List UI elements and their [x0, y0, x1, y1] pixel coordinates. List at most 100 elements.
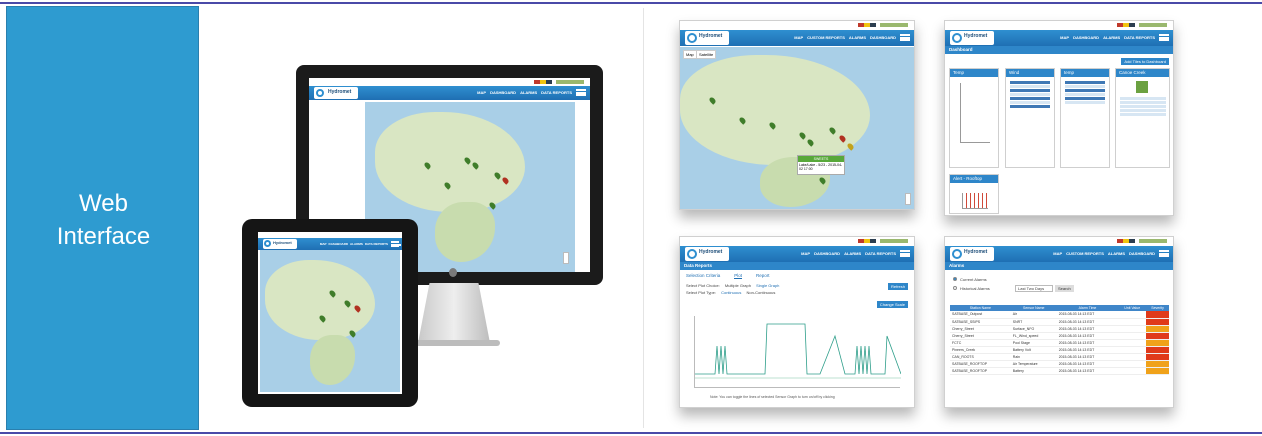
nav-dashboard[interactable]: DASHBOARD [870, 35, 896, 40]
plot-choice-single[interactable]: Single Graph [756, 283, 779, 288]
logo-icon [687, 33, 697, 43]
login-button[interactable] [1139, 239, 1167, 243]
page-title: Alarms [945, 262, 1173, 270]
nav-dashboard[interactable]: DASHBOARD [1073, 35, 1099, 40]
table-cell: Battery Volt [1010, 346, 1057, 354]
table-row[interactable]: Cherry_Street FL_Wind_speed 2015-08-03 14:… [950, 332, 1169, 340]
nav-data-reports[interactable]: DATA REPORTS [865, 251, 896, 256]
login-button[interactable] [556, 80, 584, 84]
table-cell [1118, 346, 1147, 354]
nav-map[interactable]: MAP [1053, 251, 1062, 256]
logo: Hydromet [685, 247, 729, 261]
nav-alarms[interactable]: ALARMS [849, 35, 866, 40]
menu-icon[interactable] [1159, 250, 1169, 257]
nav-map[interactable]: MAP [1060, 35, 1069, 40]
satellite-tab[interactable]: Satellite [696, 50, 717, 59]
nav-map[interactable]: MAP [801, 251, 810, 256]
nav-alarms[interactable]: ALARMS [350, 242, 363, 246]
range-select[interactable]: Last Two Days [1015, 285, 1054, 292]
side-panel: Web Interface [6, 6, 199, 430]
search-button[interactable]: Search [1055, 285, 1074, 292]
tab-plot[interactable]: Plot [734, 273, 743, 279]
severity-cell [1146, 346, 1169, 354]
nav-dashboard[interactable]: DASHBOARD [814, 251, 840, 256]
tab-report[interactable]: Report [756, 273, 770, 279]
menu-icon[interactable] [576, 89, 586, 96]
add-tiles-button[interactable]: Add Tiles to Dashboard [1121, 58, 1169, 65]
historical-alarms-radio[interactable] [953, 286, 957, 290]
report-plot [694, 316, 902, 388]
card-title: Wind [1006, 69, 1054, 77]
nav-map[interactable]: MAP [794, 35, 803, 40]
nav-alarms[interactable]: ALARMS [1108, 251, 1125, 256]
table-cell: 2015-08-03 14:13 EDT [1056, 367, 1119, 375]
table-cell [1118, 360, 1147, 368]
table-row [1010, 97, 1050, 100]
table-cell: 2015-08-03 14:13 EDT [1056, 332, 1119, 340]
current-alarms-radio[interactable] [953, 277, 957, 281]
topbar [945, 21, 1173, 30]
table-row[interactable]: FCTC Pool Stage 2015-08-03 14:13 EDT [950, 339, 1169, 347]
logo-icon [687, 249, 697, 259]
table-row[interactable]: SATBASE_ROOFTOP Battery 2015-08-03 14:13 E… [950, 367, 1169, 375]
nav-data-reports[interactable]: DATA REPORTS [1124, 35, 1155, 40]
logo: Hydromet [263, 239, 297, 249]
nav-alarms[interactable]: ALARMS [520, 90, 537, 95]
plot-choice-row: Select Plot Choice: Multiple Graph Singl… [686, 283, 779, 288]
change-scale-button[interactable]: Change Scale [876, 301, 908, 308]
table-cell: Air Temperature [1010, 360, 1057, 368]
table-row[interactable]: SATBASE_SSIPS SNRT 2015-08-03 14:13 EDT [950, 318, 1169, 326]
menu-icon[interactable] [900, 34, 910, 41]
nav-dashboard[interactable]: DASHBOARD [329, 242, 349, 246]
table-row[interactable]: CAN_ROOTS Rain 2015-08-03 14:13 EDT [950, 353, 1169, 361]
table-row [1120, 101, 1166, 104]
tablet-map[interactable] [260, 250, 400, 392]
navbar: Hydromet MAP CUSTOM REPORTS ALARMS DASHB… [945, 246, 1173, 262]
navbar: Hydromet MAP DASHBOARD ALARMS DATA REPOR… [680, 246, 914, 262]
divider [643, 8, 644, 428]
menu-icon[interactable] [1159, 34, 1169, 41]
plot-type-continuous[interactable]: Continuous [721, 290, 741, 295]
nav-map[interactable]: MAP [320, 242, 327, 246]
nav-menu: MAP CUSTOM REPORTS ALARMS DASHBOARD [794, 35, 896, 40]
plot-type-noncontinuous[interactable]: Non-Continuous [746, 290, 775, 295]
monitor-stand-base [410, 340, 500, 346]
alarms-screenshot: Hydromet MAP CUSTOM REPORTS ALARMS DASHB… [944, 236, 1174, 408]
table-cell: Surface_NFO [1010, 325, 1057, 333]
nav-dashboard[interactable]: DASHBOARD [490, 90, 516, 95]
menu-icon[interactable] [900, 250, 910, 257]
refresh-button[interactable]: Refresh [887, 283, 908, 290]
nav-alarms[interactable]: ALARMS [1103, 35, 1120, 40]
zoom-control[interactable] [563, 252, 569, 264]
nav-map[interactable]: MAP [477, 90, 486, 95]
logo: Hydromet [950, 247, 994, 261]
nav-custom-reports[interactable]: CUSTOM REPORTS [1066, 251, 1104, 256]
menu-icon[interactable] [391, 241, 401, 247]
table-cell: SATBASE_ROOFTOP [950, 360, 1011, 368]
table-row[interactable]: Pineers_Creek Battery Volt 2015-08-03 14:1… [950, 346, 1169, 354]
login-button[interactable] [880, 23, 908, 27]
map-tab[interactable]: Map [683, 50, 697, 59]
land-mass [375, 112, 525, 212]
nav-dashboard[interactable]: DASHBOARD [1129, 251, 1155, 256]
bottom-rule [0, 432, 1262, 434]
map-view[interactable]: Map Satellite SWEETS Lake/Lake - 5/23 - … [680, 47, 914, 209]
login-button[interactable] [880, 239, 908, 243]
side-title-line2: Interface [56, 223, 151, 250]
nav-data-reports[interactable]: DATA REPORTS [541, 90, 572, 95]
table-row[interactable]: SATBASE_ROOFTOP Air Temperature 2015-08-03… [950, 360, 1169, 368]
table-row[interactable]: SATBASE_Outpost Air 2015-08-03 14:13 EDT [950, 311, 1169, 319]
table-cell: 2015-08-03 14:13 EDT [1056, 325, 1119, 333]
table-row [1065, 93, 1105, 96]
nav-alarms[interactable]: ALARMS [844, 251, 861, 256]
alarms-table: Station Name Sensor Name Alarm Time Unit… [950, 305, 1169, 375]
nav-data-reports[interactable]: DATA REPORTS [365, 242, 388, 246]
plot-choice-multiple[interactable]: Multiple Graph [725, 283, 751, 288]
login-button[interactable] [1139, 23, 1167, 27]
map-screenshot: Hydromet MAP CUSTOM REPORTS ALARMS DASHB… [679, 20, 915, 210]
table-row[interactable]: Cherry_Street Surface_NFO 2015-08-03 14:13… [950, 325, 1169, 333]
nav-custom-reports[interactable]: CUSTOM REPORTS [807, 35, 845, 40]
zoom-control[interactable] [905, 193, 911, 205]
logo-icon [952, 33, 962, 43]
tab-selection-criteria[interactable]: Selection Criteria [686, 273, 720, 279]
